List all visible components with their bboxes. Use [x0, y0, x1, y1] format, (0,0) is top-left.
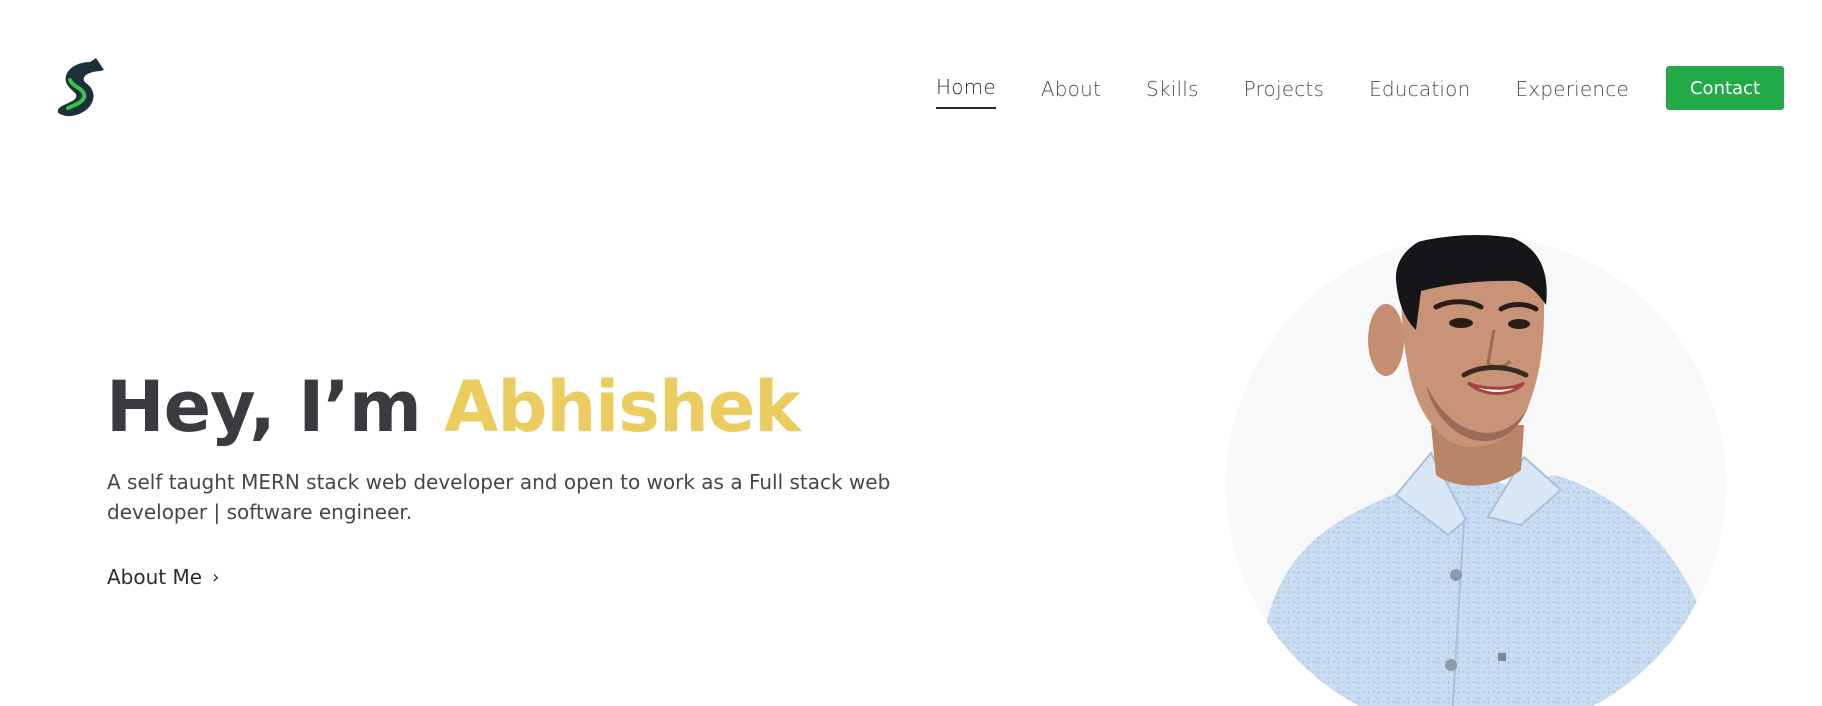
- hero-title: Hey, I’m Abhishek: [106, 372, 801, 442]
- nav-link-skills[interactable]: Skills: [1146, 77, 1199, 111]
- nav-link-education[interactable]: Education: [1369, 77, 1470, 111]
- about-me-label: About Me: [107, 565, 203, 589]
- nav-link-about[interactable]: About: [1041, 77, 1101, 111]
- hero-greeting: Hey, I’m: [106, 366, 422, 448]
- contact-button[interactable]: Contact: [1666, 66, 1784, 110]
- chevron-right-icon: ›: [212, 566, 220, 588]
- page: Home About Skills Projects Education Exp…: [0, 0, 1822, 706]
- nav-link-experience[interactable]: Experience: [1515, 77, 1629, 111]
- profile-photo: [1226, 235, 1726, 706]
- nav-link-home[interactable]: Home: [936, 75, 996, 109]
- s-logo-icon[interactable]: [56, 56, 106, 118]
- nav-link-projects[interactable]: Projects: [1244, 77, 1324, 111]
- about-me-link[interactable]: About Me ›: [107, 565, 219, 589]
- hero-subtitle: A self taught MERN stack web developer a…: [107, 470, 891, 524]
- main-nav: Home About Skills Projects Education Exp…: [936, 66, 1784, 110]
- hero-name: Abhishek: [444, 366, 801, 448]
